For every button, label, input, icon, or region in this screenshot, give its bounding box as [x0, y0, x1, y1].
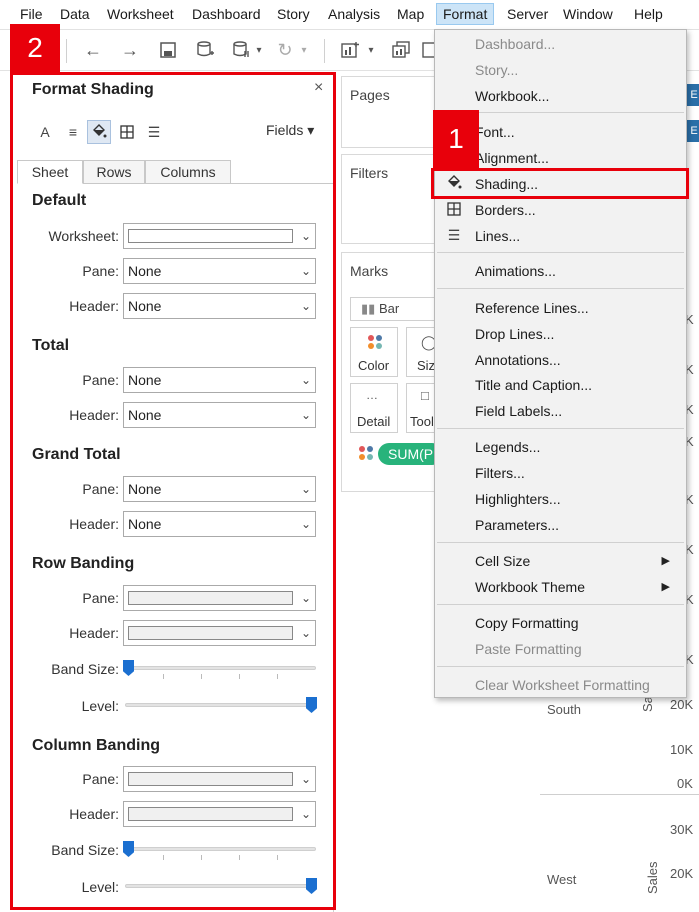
submenu-arrow-icon: ▶ — [661, 581, 670, 593]
menu-item-animations[interactable]: Animations... — [475, 263, 556, 279]
callout-badge-2: 2 — [10, 24, 60, 72]
color-dots-icon — [367, 334, 383, 353]
menu-item-highlighters[interactable]: Highlighters... — [475, 491, 561, 507]
color-button[interactable]: Color — [350, 327, 398, 377]
menu-help[interactable]: Help — [634, 6, 663, 22]
menu-item-paste-formatting[interactable]: Paste Formatting — [475, 641, 582, 657]
new-datasource-icon[interactable] — [192, 37, 218, 63]
menu-separator — [437, 542, 684, 543]
pane-divider — [540, 794, 699, 795]
menu-separator — [437, 666, 684, 667]
menu-bar: File Data Worksheet Dashboard Story Anal… — [0, 0, 699, 30]
tooltip-label: Tool — [410, 414, 434, 429]
menu-separator — [437, 252, 684, 253]
tooltip-icon: □ — [421, 388, 429, 403]
menu-item-workbook-theme[interactable]: Workbook Theme — [475, 579, 585, 595]
menu-item-lines[interactable]: Lines... — [475, 228, 520, 244]
mark-type-dropdown[interactable]: ▮▮ Bar — [350, 297, 442, 321]
menu-separator — [437, 288, 684, 289]
pages-shelf[interactable]: Pages — [341, 76, 441, 148]
lines-icon: ☰ — [447, 226, 461, 243]
callout-highlight-shading — [431, 168, 689, 199]
axis-tick: 0K — [677, 776, 693, 791]
detail-icon: … — [366, 388, 378, 402]
menu-item-clear-formatting[interactable]: Clear Worksheet Formatting — [475, 677, 650, 693]
filters-shelf[interactable]: Filters — [341, 154, 441, 244]
new-worksheet-icon[interactable] — [338, 37, 364, 63]
menu-item-reference-lines[interactable]: Reference Lines... — [475, 300, 589, 316]
detail-button[interactable]: … Detail — [350, 383, 398, 433]
row-header-south: South — [547, 702, 581, 717]
save-icon[interactable] — [155, 37, 181, 63]
menu-format[interactable]: Format — [436, 3, 495, 25]
menu-item-alignment[interactable]: Alignment... — [475, 150, 549, 166]
menu-item-dashboard[interactable]: Dashboard... — [475, 36, 555, 52]
row-header-west: West — [547, 872, 577, 887]
callout-badge-1: 1 — [433, 110, 479, 168]
menu-analysis[interactable]: Analysis — [328, 6, 380, 22]
detail-label: Detail — [357, 414, 391, 429]
bar-chart-icon: ▮▮ — [361, 301, 376, 316]
menu-item-workbook[interactable]: Workbook... — [475, 88, 549, 104]
sales-axis-label: Sales — [645, 861, 660, 894]
forward-icon[interactable]: → — [117, 37, 143, 63]
axis-tick: 20K — [670, 697, 694, 712]
menu-item-title-caption[interactable]: Title and Caption... — [475, 377, 592, 393]
size-label: Siz — [417, 358, 436, 373]
mark-type-label: Bar — [378, 301, 400, 316]
menu-item-drop-lines[interactable]: Drop Lines... — [475, 326, 554, 342]
filters-shelf-title: Filters — [350, 165, 389, 181]
menu-item-story[interactable]: Story... — [475, 62, 518, 78]
pause-updates-icon[interactable] — [228, 37, 254, 63]
duplicate-icon[interactable] — [388, 37, 414, 63]
menu-worksheet[interactable]: Worksheet — [107, 6, 174, 22]
menu-story[interactable]: Story — [277, 6, 310, 22]
menu-server[interactable]: Server — [507, 6, 548, 22]
refresh-icon[interactable]: ↻ — [272, 37, 298, 63]
menu-map[interactable]: Map — [397, 6, 424, 22]
chevron-down-icon[interactable]: ▾ — [298, 37, 310, 63]
menu-separator — [437, 428, 684, 429]
menu-data[interactable]: Data — [60, 6, 90, 22]
menu-window[interactable]: Window — [563, 6, 613, 22]
menu-separator — [437, 604, 684, 605]
menu-item-filters[interactable]: Filters... — [475, 465, 525, 481]
submenu-arrow-icon: ▶ — [661, 555, 670, 567]
axis-tick: 30K — [670, 822, 694, 837]
color-label: Color — [358, 358, 390, 373]
menu-item-cell-size[interactable]: Cell Size — [475, 553, 530, 569]
menu-dashboard[interactable]: Dashboard — [192, 6, 261, 22]
column-tab: E — [687, 84, 699, 106]
menu-item-borders[interactable]: Borders... — [475, 202, 536, 218]
callout-highlight-panel — [10, 72, 336, 910]
chevron-down-icon[interactable]: ▾ — [365, 37, 377, 63]
menu-item-parameters[interactable]: Parameters... — [475, 517, 559, 533]
toolbar-separator — [66, 39, 67, 63]
menu-item-field-labels[interactable]: Field Labels... — [475, 403, 562, 419]
axis-tick: 10K — [670, 742, 694, 757]
menu-file[interactable]: File — [20, 6, 43, 22]
toolbar-separator — [324, 39, 325, 63]
axis-tick: 20K — [670, 866, 694, 881]
menu-item-annotations[interactable]: Annotations... — [475, 352, 561, 368]
color-dots-icon — [358, 445, 374, 464]
menu-item-font[interactable]: Font... — [475, 124, 515, 140]
borders-icon — [445, 200, 463, 218]
menu-item-legends[interactable]: Legends... — [475, 439, 540, 455]
marks-card-title: Marks — [350, 263, 389, 279]
marks-card: Marks ▮▮ Bar Color ◯ Siz … Detail □ Tool… — [341, 252, 444, 492]
chevron-down-icon[interactable]: ▾ — [253, 37, 265, 63]
menu-item-copy-formatting[interactable]: Copy Formatting — [475, 615, 578, 631]
column-tab: E — [687, 120, 699, 142]
pages-shelf-title: Pages — [350, 87, 390, 103]
back-icon[interactable]: ← — [80, 37, 106, 63]
